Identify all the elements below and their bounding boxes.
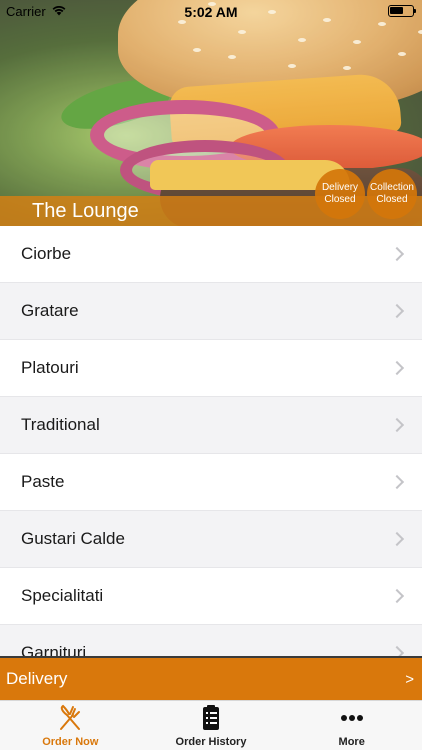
menu-category-row[interactable]: Ciorbe <box>0 226 422 283</box>
menu-category-row[interactable]: Specialitati <box>0 568 422 625</box>
chevron-right-icon <box>389 417 405 433</box>
menu-category-label: Specialitati <box>21 586 104 605</box>
tab-order-now[interactable]: Order Now <box>0 701 141 750</box>
delivery-arrow-icon: > <box>405 670 414 688</box>
menu-category-label: Gratare <box>21 301 79 320</box>
chevron-right-icon <box>389 360 405 376</box>
delivery-status-line1: Delivery <box>321 182 359 193</box>
menu-category-label: Traditional <box>21 415 100 434</box>
collection-status-badge: Collection Closed <box>367 169 417 219</box>
chevron-right-icon <box>389 303 405 319</box>
battery-level <box>390 7 403 14</box>
battery-icon <box>388 5 416 17</box>
tab-order-history[interactable]: Order History <box>141 701 282 750</box>
delivery-status-line2: Closed <box>324 194 356 205</box>
status-time: 5:02 AM <box>184 4 238 20</box>
chevron-right-icon <box>389 531 405 547</box>
tab-more-label: More <box>338 736 365 748</box>
tab-order-history-label: Order History <box>175 736 247 748</box>
more-dots-icon <box>340 715 363 721</box>
venue-title: The Lounge <box>32 200 139 222</box>
menu-category-label: Garnituri <box>21 643 87 656</box>
tab-bar: Order Now Order History More <box>0 700 422 750</box>
menu-category-label: Gustari Calde <box>21 529 125 548</box>
tab-more[interactable]: More <box>281 701 422 750</box>
menu-category-list: Ciorbe Gratare Platouri Traditional Paste Gus… <box>0 226 422 656</box>
menu-category-label: Paste <box>21 472 65 491</box>
menu-category-label: Platouri <box>21 358 79 377</box>
menu-category-row[interactable]: Traditional <box>0 397 422 454</box>
status-bar: Carrier 5:02 AM <box>0 0 422 22</box>
menu-category-row[interactable]: Platouri <box>0 340 422 397</box>
menu-category-label: Ciorbe <box>21 244 72 263</box>
menu-category-row[interactable]: Garnituri <box>0 625 422 656</box>
menu-category-row[interactable]: Gratare <box>0 283 422 340</box>
chevron-right-icon <box>389 246 405 262</box>
delivery-status-badge: Delivery Closed <box>315 169 365 219</box>
tab-order-now-label: Order Now <box>42 736 99 748</box>
delivery-mode-bar[interactable]: Delivery > <box>0 656 422 700</box>
chevron-right-icon <box>389 645 405 656</box>
menu-category-row[interactable]: Paste <box>0 454 422 511</box>
menu-category-row[interactable]: Gustari Calde <box>0 511 422 568</box>
clipboard-list-icon <box>203 705 219 730</box>
chevron-right-icon <box>389 474 405 490</box>
collection-status-line1: Collection <box>370 182 414 193</box>
delivery-mode-label: Delivery <box>6 669 68 688</box>
collection-status-line2: Closed <box>376 194 408 205</box>
fork-knife-icon <box>60 704 81 730</box>
chevron-right-icon <box>389 588 405 604</box>
